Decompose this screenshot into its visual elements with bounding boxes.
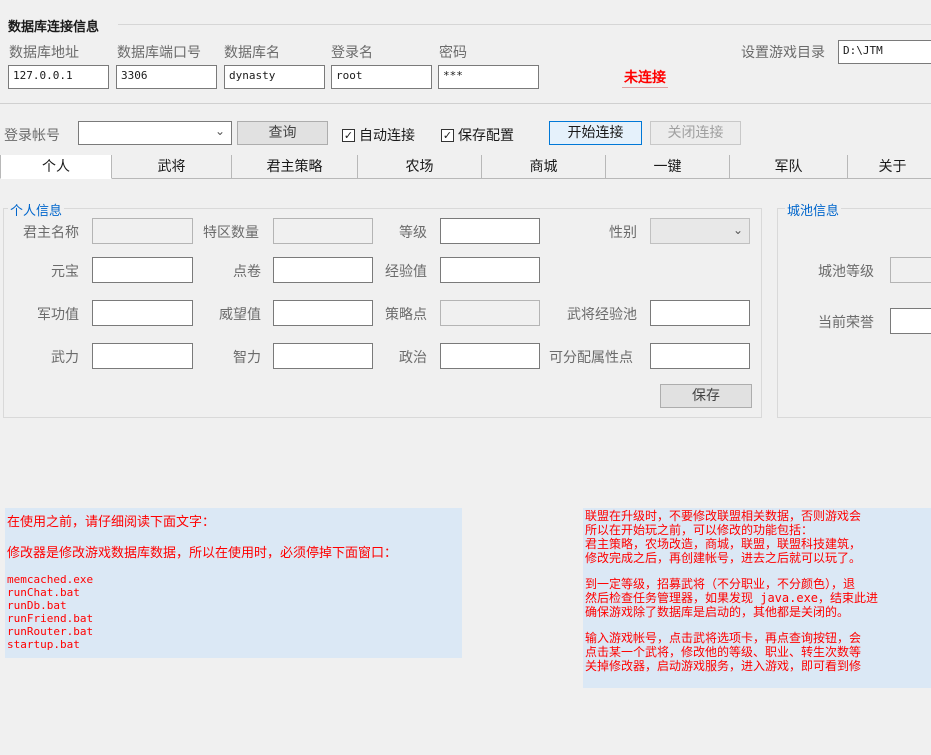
start-connect-button[interactable]: 开始连接 [549,121,642,145]
city-level-label: 城池等级 [818,264,874,280]
general-exp-pool-label: 武将经验池 [567,307,637,323]
note-line: 确保游戏除了数据库是启动的，其他都是关闭的。 [585,605,850,619]
note-line: 君主策略，农场改造，商城，联盟，联盟科技建筑， [585,537,862,551]
level-label: 等级 [399,225,427,241]
db-address-label: 数据库地址 [9,45,79,61]
tab-generals[interactable]: 武将 [112,155,232,179]
db-name-label: 数据库名 [224,45,280,61]
save-button[interactable]: 保存 [660,384,752,408]
gender-label: 性别 [609,225,637,241]
account-label: 登录帐号 [4,128,60,144]
db-user-input[interactable]: root [331,65,432,89]
db-user-label: 登录名 [331,45,373,61]
close-connect-button[interactable]: 关闭连接 [650,121,741,145]
game-dir-label: 设置游戏目录 [741,45,825,61]
db-section-divider [118,24,931,25]
points-label: 点卷 [233,264,261,280]
personal-info-title: 个人信息 [8,200,65,219]
note-line: memcached.exe [7,573,94,586]
note-line: runRouter.bat [7,625,94,638]
zone-count-label: 特区数量 [203,225,259,241]
note-line: runFriend.bat [7,612,94,625]
tab-one-click[interactable]: 一键 [606,155,730,179]
note-line: runDb.bat [7,599,67,612]
tab-about[interactable]: 关于 [848,155,931,179]
query-button[interactable]: 查询 [237,121,328,145]
intelligence-input[interactable] [273,343,373,369]
general-exp-pool-input[interactable] [650,300,750,326]
allocatable-points-input[interactable] [650,343,750,369]
city-level-input[interactable] [890,257,931,283]
note-line: 点击某一个武将，修改他的等级、职业、转生次数等 [585,645,862,659]
tab-personal[interactable]: 个人 [0,155,112,179]
current-honor-label: 当前荣誉 [818,315,874,331]
auto-connect-label: 自动连接 [359,128,415,144]
note-line: 输入游戏帐号，点击武将选项卡，再点查询按钮，会 [585,631,862,645]
note-line: 关掉修改器，启动游戏服务，进入游戏，即可看到修 [585,659,862,673]
section-separator [0,103,931,104]
db-password-label: 密码 [439,45,467,61]
prestige-input[interactable] [273,300,373,326]
db-port-label: 数据库端口号 [117,45,201,61]
connection-status: 未连接 [622,67,668,88]
monarch-name-input[interactable] [92,218,193,244]
strategy-points-input[interactable] [440,300,540,326]
politics-label: 政治 [399,350,427,366]
gender-select[interactable]: ⌄ [650,218,750,244]
db-address-input[interactable]: 127.0.0.1 [8,65,109,89]
note-line: 到一定等级，招募武将（不分职业，不分颜色），退 [585,577,856,591]
note-line: 然后检查任务管理器，如果发现 java.exe，结束此进 [585,591,879,605]
note-line: startup.bat [7,638,80,651]
note-line: 修改器是修改游戏数据库数据，所以在使用时，必须停掉下面窗口： [7,546,398,561]
usage-notes-right: 联盟在升级时，不要修改联盟相关数据，否则游戏会 所以在开始玩之前，可以修改的功能… [583,508,931,688]
monarch-name-label: 君主名称 [23,225,79,241]
chevron-down-icon: ⌄ [732,223,743,237]
note-line: 联盟在升级时，不要修改联盟相关数据，否则游戏会 [585,509,862,523]
politics-input[interactable] [440,343,540,369]
intelligence-label: 智力 [233,350,261,366]
points-input[interactable] [273,257,373,283]
city-info-title: 城池信息 [785,200,842,219]
level-input[interactable] [440,218,540,244]
merit-input[interactable] [92,300,193,326]
yuanbao-label: 元宝 [51,264,79,280]
note-line: 所以在开始玩之前，可以修改的功能包括： [585,523,814,537]
account-combobox[interactable]: ⌄ [78,121,232,145]
auto-connect-checkbox[interactable]: ✓ 自动连接 [342,125,415,145]
tab-monarch-strategy[interactable]: 君主策略 [232,155,358,179]
prestige-label: 威望值 [219,307,261,323]
force-label: 武力 [51,350,79,366]
checkmark-icon: ✓ [342,128,355,142]
merit-label: 军功值 [37,307,79,323]
force-input[interactable] [92,343,193,369]
exp-input[interactable] [440,257,540,283]
save-config-checkbox[interactable]: ✓ 保存配置 [441,125,514,145]
save-config-label: 保存配置 [458,128,514,144]
exp-label: 经验值 [385,264,427,280]
note-line: 在使用之前，请仔细阅读下面文字： [7,515,216,530]
yuanbao-input[interactable] [92,257,193,283]
db-port-input[interactable]: 3306 [116,65,217,89]
note-line: runChat.bat [7,586,80,599]
current-honor-input[interactable] [890,308,931,334]
tab-mall[interactable]: 商城 [482,155,606,179]
db-name-input[interactable]: dynasty [224,65,325,89]
strategy-points-label: 策略点 [385,307,427,323]
tab-farm[interactable]: 农场 [358,155,482,179]
chevron-down-icon: ⌄ [214,124,225,138]
tab-army[interactable]: 军队 [730,155,848,179]
zone-count-input[interactable] [273,218,373,244]
game-dir-input[interactable]: D:\JTM [838,40,931,64]
db-section-title: 数据库连接信息 [8,20,100,35]
allocatable-points-label: 可分配属性点 [549,350,633,366]
usage-notes-left: 在使用之前，请仔细阅读下面文字： 修改器是修改游戏数据库数据，所以在使用时，必须… [5,508,462,658]
db-password-input[interactable]: *** [438,65,539,89]
checkmark-icon: ✓ [441,128,454,142]
note-line: 修改完成之后，再创建帐号，进去之后就可以玩了。 [585,551,862,565]
